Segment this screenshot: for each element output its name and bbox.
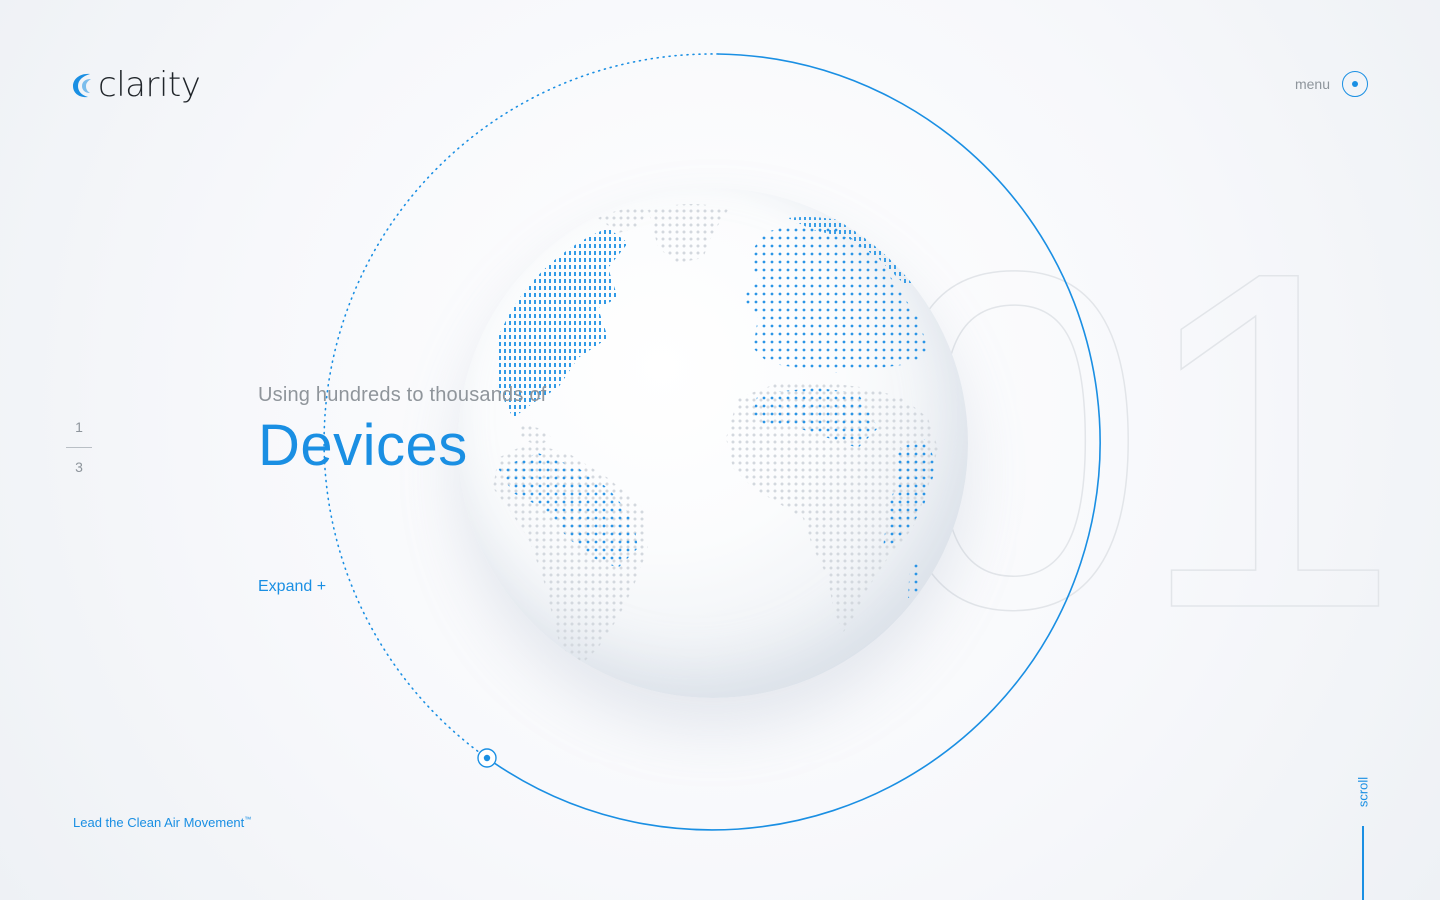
hero-section: clarity menu 1 3 01 Using hundreds to th…	[0, 0, 1440, 900]
globe-greenland	[648, 204, 728, 263]
globe-europe	[743, 223, 928, 373]
expand-link[interactable]: Expand +	[258, 578, 326, 596]
orbit-marker-icon	[477, 748, 497, 768]
hero-headline: Using hundreds to thousands of Devices	[258, 384, 546, 475]
hero-subtitle: Using hundreds to thousands of	[258, 384, 547, 406]
hero-title: Devices	[258, 413, 468, 478]
globe-madagascar	[908, 558, 920, 598]
